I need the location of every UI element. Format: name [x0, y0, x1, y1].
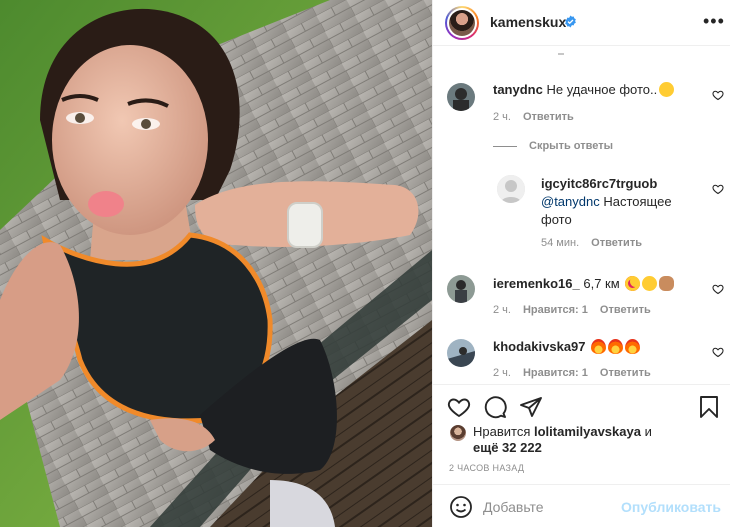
likes-count-link[interactable]: ещё 32 222: [473, 440, 542, 455]
fire-emoji-icon: [591, 339, 607, 354]
comment-input[interactable]: [483, 497, 623, 517]
comment-meta: 2 ч. Нравится: 1 Ответить: [493, 304, 651, 316]
scroll-indicator: [558, 53, 564, 55]
reply-text: igcyitc86rc7trguob @tanydnc Настоящее фо…: [541, 176, 672, 227]
ok-hand-emoji-icon: [659, 276, 675, 291]
divider-line: [493, 145, 517, 147]
heart-eyes-emoji-icon: [625, 276, 641, 291]
mention-link[interactable]: @tanydnc: [541, 194, 600, 209]
commenter-avatar[interactable]: [447, 339, 475, 367]
likes-summary: Нравится lolitamilyavskaya и ещё 32 222: [449, 424, 719, 458]
comment-likes-count[interactable]: Нравится: 1: [523, 367, 588, 379]
like-comment-heart-icon[interactable]: [712, 283, 724, 295]
comment-text: ieremenko16_ 6,7 км: [493, 275, 675, 293]
likes-text: Нравится lolitamilyavskaya и ещё 32 222: [473, 424, 652, 455]
comments-panel: kamenskux ••• tanydnc Не удачное фото.. …: [432, 0, 730, 527]
comment-username[interactable]: tanydnc: [493, 82, 543, 97]
author-avatar[interactable]: [445, 6, 479, 40]
liker-avatar[interactable]: [449, 424, 467, 442]
comment-text: khodakivska97: [493, 338, 641, 356]
comment-likes-count[interactable]: Нравится: 1: [523, 304, 588, 316]
comment-bubble-icon[interactable]: [483, 395, 507, 419]
like-comment-heart-icon[interactable]: [712, 89, 724, 101]
like-reply-heart-icon[interactable]: [712, 183, 724, 195]
comment-text: tanydnc Не удачное фото..: [493, 81, 675, 99]
comment-username[interactable]: khodakivska97: [493, 339, 586, 354]
reply-button[interactable]: Ответить: [600, 367, 651, 379]
verified-badge-icon: [565, 15, 576, 28]
smiling-face-emoji-icon: [659, 82, 675, 97]
reply-button[interactable]: Ответить: [591, 237, 642, 249]
selfie-image: [0, 0, 432, 527]
emoji-smile-icon[interactable]: [449, 495, 473, 519]
post-header: kamenskux •••: [433, 0, 730, 46]
action-bar: [433, 384, 730, 426]
commenter-avatar[interactable]: [447, 83, 475, 111]
bookmark-save-icon[interactable]: [697, 395, 721, 419]
reply-button[interactable]: Ответить: [600, 304, 651, 316]
instagram-post: kamenskux ••• tanydnc Не удачное фото.. …: [0, 0, 730, 527]
comment-username[interactable]: ieremenko16_: [493, 276, 580, 291]
more-horizontal-icon[interactable]: •••: [703, 12, 724, 32]
comments-list[interactable]: tanydnc Не удачное фото.. 2 ч. Ответить …: [433, 47, 730, 383]
reply-avatar[interactable]: [497, 175, 525, 203]
comment-composer: Опубликовать: [433, 484, 730, 527]
reply-meta: 54 мин. Ответить: [541, 237, 642, 249]
post-photo[interactable]: [0, 0, 432, 527]
fire-emoji-icon: [625, 339, 641, 354]
hide-replies-button[interactable]: Скрыть ответы: [493, 140, 613, 152]
author-username[interactable]: kamenskux: [490, 14, 566, 30]
liker-username[interactable]: lolitamilyavskaya: [534, 424, 641, 439]
like-heart-icon[interactable]: [447, 395, 471, 419]
comment-meta: 2 ч. Ответить: [493, 111, 574, 123]
fire-emoji-icon: [608, 339, 624, 354]
commenter-avatar[interactable]: [447, 275, 475, 303]
share-send-icon[interactable]: [519, 395, 543, 419]
comment-meta: 2 ч. Нравится: 1 Ответить: [493, 367, 651, 379]
reply-button[interactable]: Ответить: [523, 111, 574, 123]
post-timestamp[interactable]: 2 часов назад: [449, 463, 524, 473]
reply-username[interactable]: igcyitc86rc7trguob: [541, 176, 657, 191]
publish-button[interactable]: Опубликовать: [621, 499, 721, 515]
sweat-smile-emoji-icon: [642, 276, 658, 291]
like-comment-heart-icon[interactable]: [712, 346, 724, 358]
